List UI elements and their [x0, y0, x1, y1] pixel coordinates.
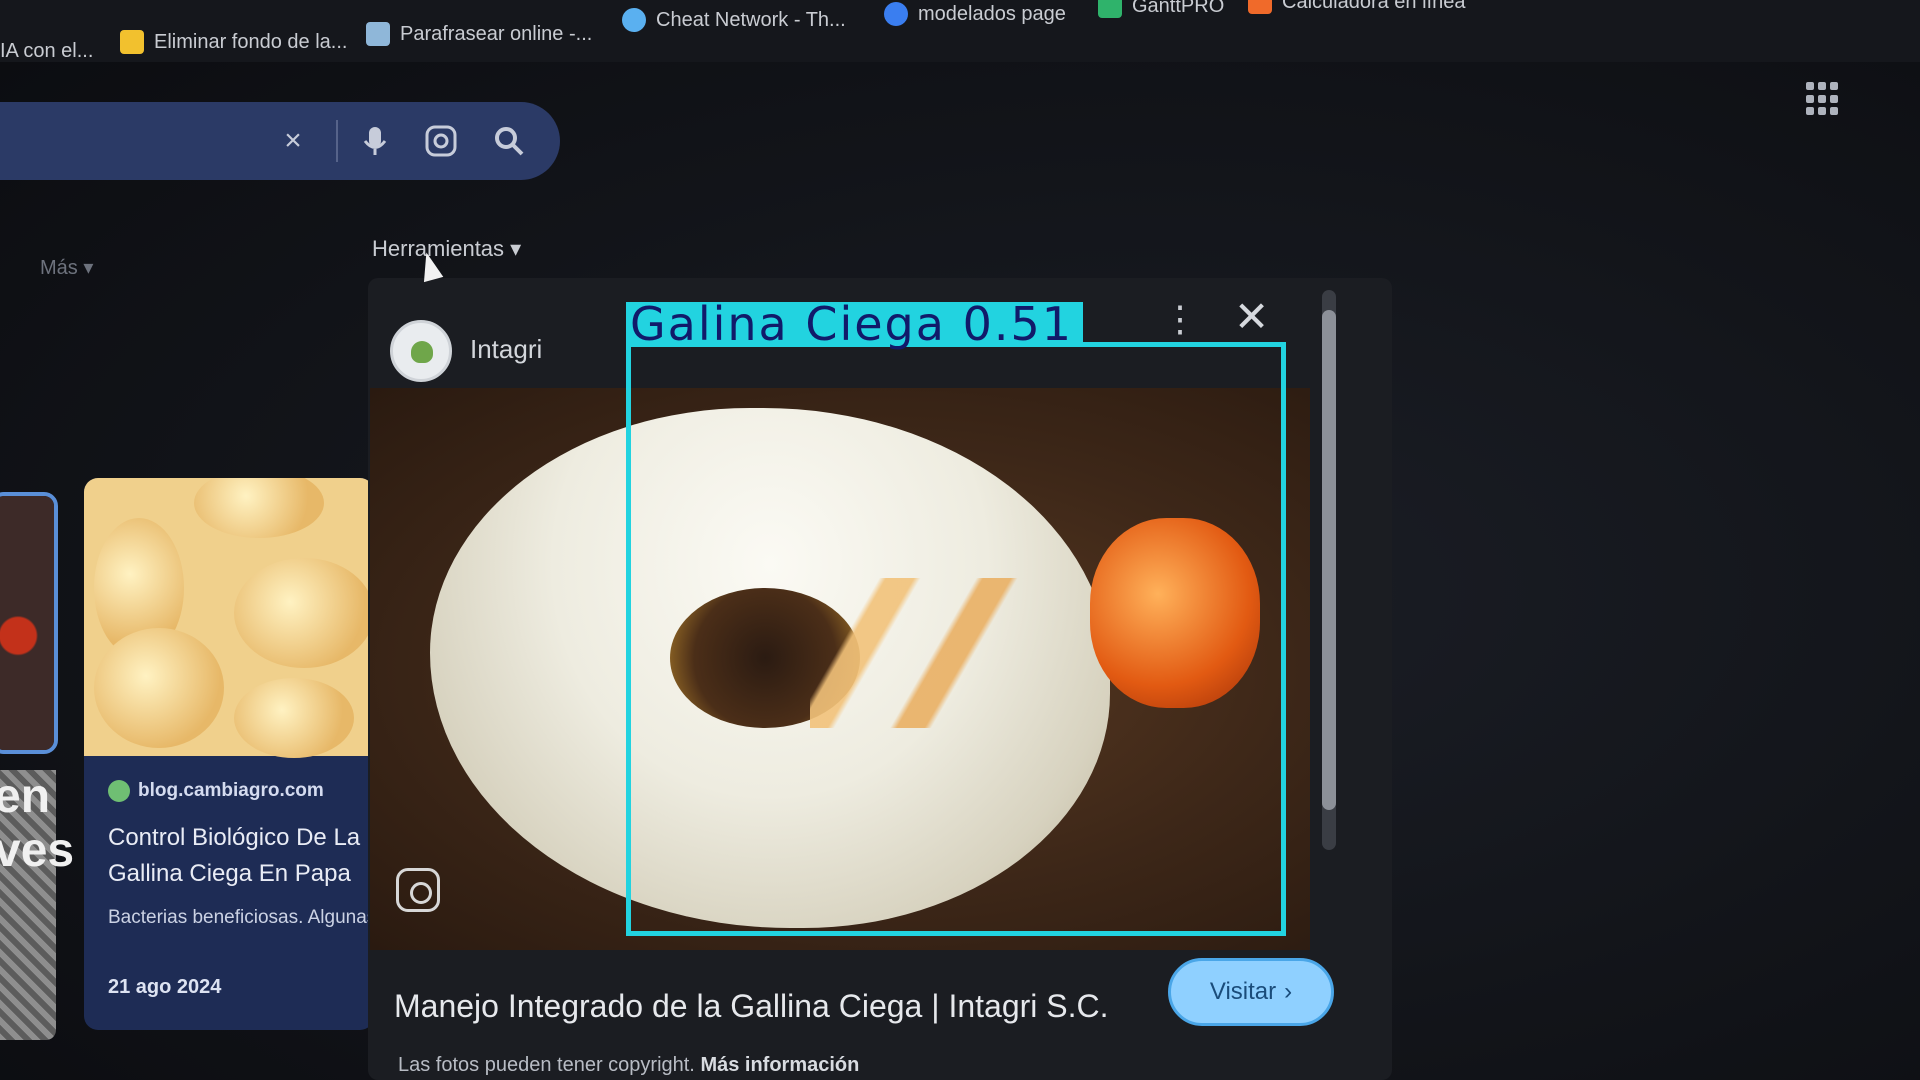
- site-label: blog.cambiagro.com: [138, 780, 324, 801]
- bookmark-label: modelados page: [918, 2, 1066, 25]
- image-result-card[interactable]: [0, 492, 58, 754]
- bookmark-label: IA con el...: [0, 40, 94, 62]
- bookmark-cheat-network[interactable]: Cheat Network - Th...: [622, 8, 846, 32]
- scrollbar-thumb[interactable]: [1322, 310, 1336, 810]
- detection-bounding-box: [626, 342, 1286, 936]
- bookmark-label: Parafrasear online -...: [400, 22, 593, 45]
- microphone-icon[interactable]: [356, 122, 394, 160]
- bookmark-eliminar-fondo[interactable]: Eliminar fondo de la...: [120, 30, 347, 54]
- google-lens-icon[interactable]: [422, 122, 460, 160]
- bookmark-label: Cheat Network - Th...: [656, 8, 846, 31]
- result-site[interactable]: blog.cambiagro.com: [108, 780, 324, 802]
- bookmark-ia[interactable]: IA con el...: [0, 40, 93, 63]
- bookmark-parafrasear[interactable]: Parafrasear online -...: [366, 22, 592, 46]
- bookmark-modelados[interactable]: modelados page: [884, 2, 1066, 26]
- more-info-link[interactable]: Más información: [700, 1054, 859, 1076]
- result-title-partial: en ves: [0, 770, 75, 877]
- cheat-network-icon: [622, 8, 646, 32]
- remove-bg-icon: [120, 30, 144, 54]
- visit-button[interactable]: Visitar ›: [1168, 958, 1334, 1026]
- source-logo-icon[interactable]: [390, 320, 452, 382]
- more-options-icon[interactable]: ⋮: [1162, 298, 1198, 340]
- preview-caption[interactable]: Manejo Integrado de la Gallina Ciega | I…: [394, 988, 1109, 1025]
- chevron-right-icon: ›: [1284, 978, 1293, 1005]
- copyright-text: Las fotos pueden tener copyright.: [398, 1054, 695, 1076]
- bookmark-ganttpro[interactable]: GanttPRO: [1098, 0, 1224, 18]
- calculator-icon: [1248, 0, 1272, 14]
- ganttpro-icon: [1098, 0, 1122, 18]
- visit-label: Visitar: [1209, 978, 1277, 1005]
- bookmarks-bar: IA con el... Eliminar fondo de la... Par…: [0, 0, 1920, 62]
- result-title[interactable]: Control Biológico De La Gallina Ciega En…: [108, 820, 374, 892]
- tab-more[interactable]: Más ▾: [40, 255, 93, 280]
- search-icon[interactable]: [490, 122, 528, 160]
- tools-button[interactable]: Herramientas ▾: [372, 236, 521, 262]
- bookmark-label: Eliminar fondo de la...: [154, 30, 348, 53]
- site-favicon-icon: [108, 780, 130, 802]
- source-name[interactable]: Intagri: [470, 334, 542, 365]
- result-description: Bacterias beneficiosas. Algunas bacteria…: [108, 907, 374, 928]
- clear-search-icon[interactable]: ×: [274, 122, 312, 160]
- detection-label: Galina Ciega 0.51: [626, 301, 1083, 347]
- bookmark-label: Calculadora en línea: [1282, 0, 1466, 13]
- search-divider: [336, 120, 338, 162]
- paraphrase-icon: [366, 22, 390, 46]
- result-thumbnail: [84, 478, 374, 758]
- result-thumbnail: [0, 496, 54, 750]
- globe-icon: [884, 2, 908, 26]
- close-icon[interactable]: ✕: [1234, 292, 1269, 341]
- image-result-card-blog[interactable]: blog.cambiagro.com Control Biológico De …: [84, 478, 374, 1030]
- lens-search-icon[interactable]: [396, 868, 440, 912]
- copyright-note: Las fotos pueden tener copyright. Más in…: [398, 1054, 859, 1077]
- panel-scrollbar[interactable]: [1322, 290, 1336, 850]
- result-date: 21 ago 2024: [108, 976, 222, 998]
- bookmark-label: GanttPRO: [1132, 0, 1225, 17]
- apps-grid-icon[interactable]: [1806, 82, 1840, 116]
- bookmark-calculadora[interactable]: Calculadora en línea: [1248, 0, 1465, 14]
- search-bar[interactable]: ×: [0, 102, 560, 180]
